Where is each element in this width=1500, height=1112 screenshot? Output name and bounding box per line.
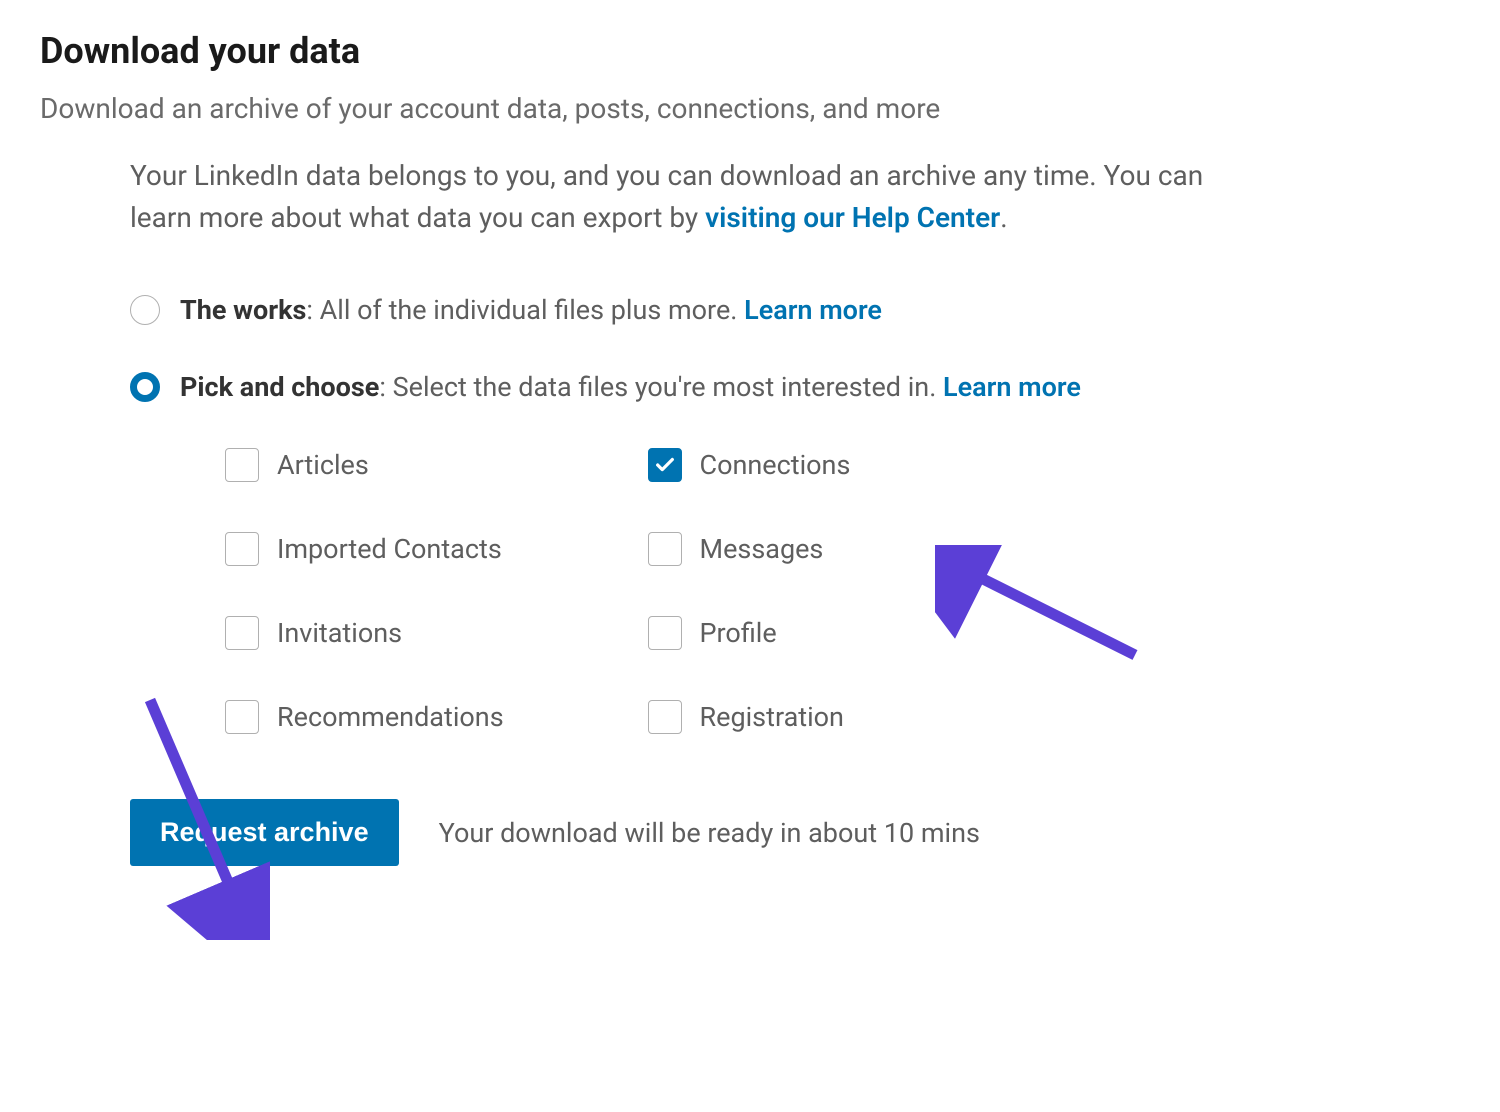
info-text-suffix: . <box>1000 201 1007 234</box>
radio-option-works[interactable]: The works: All of the individual files p… <box>130 294 1220 326</box>
learn-more-pick-link[interactable]: Learn more <box>943 371 1081 403</box>
check-icon <box>654 454 676 476</box>
radio-works-desc: : All of the individual files plus more. <box>306 294 744 326</box>
checkbox-item-imported-contacts[interactable]: Imported Contacts <box>225 532 608 566</box>
checkbox-item-messages[interactable]: Messages <box>648 532 1031 566</box>
checkbox-icon <box>648 700 682 734</box>
request-archive-button[interactable]: Request archive <box>130 799 399 866</box>
checkbox-icon <box>225 700 259 734</box>
checkbox-icon <box>648 532 682 566</box>
download-data-panel: Download your data Download an archive o… <box>40 30 1460 866</box>
radio-pick-bold: Pick and choose <box>180 371 379 403</box>
download-status-text: Your download will be ready in about 10 … <box>439 817 980 849</box>
help-center-link[interactable]: visiting our Help Center <box>705 201 1000 234</box>
checkbox-item-profile[interactable]: Profile <box>648 616 1031 650</box>
checkbox-label: Imported Contacts <box>277 533 502 565</box>
checkbox-label: Invitations <box>277 617 402 649</box>
checkbox-icon <box>225 616 259 650</box>
checkbox-icon-checked <box>648 448 682 482</box>
radio-pick-desc: : Select the data files you're most inte… <box>379 371 943 403</box>
checkbox-label: Messages <box>700 533 824 565</box>
page-title: Download your data <box>40 30 1460 72</box>
checkbox-label: Recommendations <box>277 701 504 733</box>
radio-icon-selected <box>130 372 160 402</box>
action-row: Request archive Your download will be re… <box>130 799 1220 866</box>
checkbox-item-registration[interactable]: Registration <box>648 700 1031 734</box>
info-paragraph: Your LinkedIn data belongs to you, and y… <box>130 155 1220 239</box>
content-block: Your LinkedIn data belongs to you, and y… <box>40 155 1220 866</box>
checkbox-icon <box>225 532 259 566</box>
checkbox-item-connections[interactable]: Connections <box>648 448 1031 482</box>
radio-label-works: The works: All of the individual files p… <box>180 294 882 326</box>
checkbox-label: Registration <box>700 701 844 733</box>
radio-icon <box>130 295 160 325</box>
info-text-prefix: Your LinkedIn data belongs to you, and y… <box>130 159 1203 234</box>
checkbox-icon <box>225 448 259 482</box>
checkbox-label: Connections <box>700 449 851 481</box>
learn-more-works-link[interactable]: Learn more <box>744 294 882 326</box>
checkbox-grid: Articles Connections Imported Contacts M <box>130 448 1030 734</box>
checkbox-item-recommendations[interactable]: Recommendations <box>225 700 608 734</box>
checkbox-icon <box>648 616 682 650</box>
checkbox-label: Articles <box>277 449 369 481</box>
checkbox-label: Profile <box>700 617 777 649</box>
checkbox-item-invitations[interactable]: Invitations <box>225 616 608 650</box>
radio-label-pick: Pick and choose: Select the data files y… <box>180 371 1081 403</box>
radio-works-bold: The works <box>180 294 306 326</box>
page-subtitle: Download an archive of your account data… <box>40 92 1460 125</box>
radio-option-pick[interactable]: Pick and choose: Select the data files y… <box>130 371 1220 403</box>
checkbox-item-articles[interactable]: Articles <box>225 448 608 482</box>
